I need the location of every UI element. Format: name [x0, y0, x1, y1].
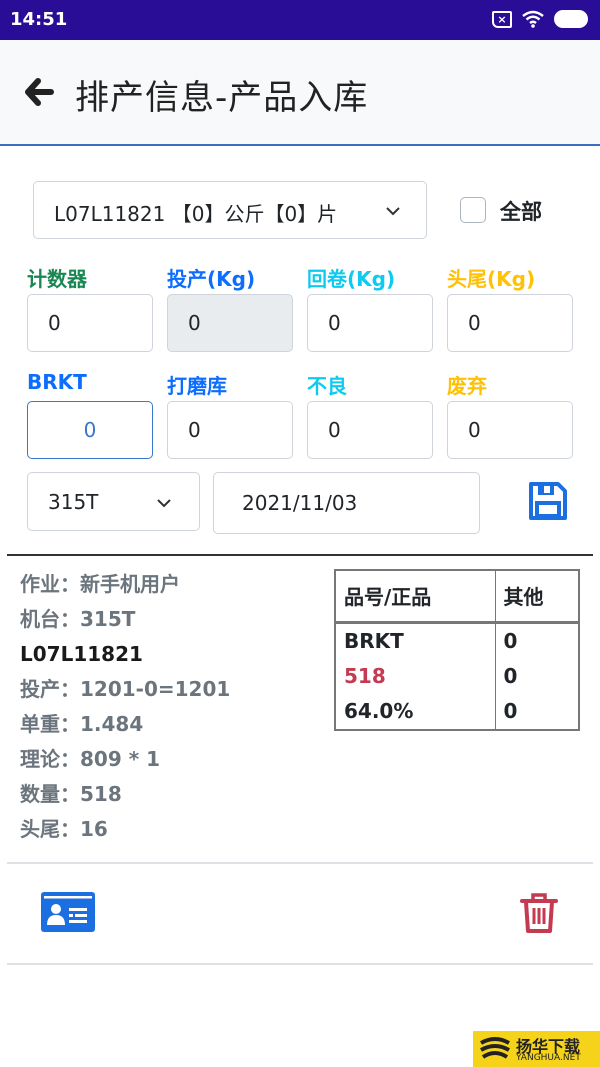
scrap-input[interactable]: 0: [447, 401, 573, 459]
info-list: 作业：新手机用户 机台：315T L07L11821 投产：1201-0=120…: [20, 570, 230, 850]
good-count: 518: [344, 663, 386, 688]
sim-off-icon: ×: [492, 10, 512, 28]
header-part-good: 品号/正品: [335, 570, 496, 624]
summary-table: 品号/正品 其他 BRKT 518 64.0% 0 0 0: [334, 569, 580, 731]
head-tail-label: 头尾(Kg): [447, 267, 536, 291]
wifi-icon: [522, 10, 544, 28]
floppy-disk-icon[interactable]: [527, 480, 569, 522]
head-tail-input[interactable]: 0: [447, 294, 573, 352]
info-lot: L07L11821: [20, 642, 143, 666]
part-number: BRKT: [344, 628, 404, 653]
info-unit-weight: 单重：1.484: [20, 712, 144, 736]
other-value-2: 0: [503, 663, 518, 688]
date-value: 2021/11/03: [242, 491, 358, 515]
trash-icon[interactable]: [520, 892, 558, 934]
swirl-logo-icon: [480, 1037, 510, 1059]
watermark-url: YANGHUA.NET: [516, 1053, 581, 1063]
status-time: 14:51: [10, 9, 68, 30]
machine-select-value: 315T: [48, 490, 99, 514]
page-title: 排产信息-产品入库: [75, 78, 369, 118]
header-other: 其他: [495, 570, 579, 624]
info-theory: 理论：809 * 1: [20, 747, 161, 771]
all-checkbox[interactable]: [460, 197, 486, 223]
other-cell: 0 0 0: [495, 622, 579, 730]
date-input[interactable]: 2021/11/03: [213, 472, 480, 534]
production-input: 0: [167, 294, 293, 352]
app-bar: 排产信息-产品入库: [0, 40, 600, 146]
info-operator: 作业：新手机用户: [20, 572, 180, 596]
other-value-1: 0: [503, 628, 518, 653]
info-quantity: 数量：518: [20, 782, 122, 806]
id-card-icon[interactable]: [41, 892, 95, 932]
polish-store-label: 打磨库: [167, 374, 227, 398]
rewind-input[interactable]: 0: [307, 294, 433, 352]
watermark-logo: 扬华下载 YANGHUA.NET: [473, 1031, 600, 1067]
arrow-left-icon[interactable]: [22, 75, 56, 109]
counter-input[interactable]: 0: [27, 294, 153, 352]
chevron-down-icon: [157, 499, 171, 508]
table-header-row: 品号/正品 其他: [335, 570, 579, 624]
part-good-cell: BRKT 518 64.0%: [335, 622, 496, 730]
scrap-label: 废弃: [447, 374, 487, 398]
section-divider: [7, 554, 593, 556]
status-icons: × 75: [492, 10, 588, 28]
lot-select[interactable]: L07L11821 【0】公斤【0】片: [33, 181, 427, 239]
defect-label: 不良: [307, 374, 347, 398]
battery-icon: 75: [554, 10, 588, 28]
good-rate: 64.0%: [344, 698, 414, 723]
info-head-tail: 头尾：16: [20, 817, 108, 841]
info-machine: 机台：315T: [20, 607, 136, 631]
counter-label: 计数器: [27, 267, 87, 291]
chevron-down-icon: [386, 207, 400, 216]
status-bar: 14:51 × 75: [0, 0, 600, 40]
defect-input[interactable]: 0: [307, 401, 433, 459]
polish-store-input[interactable]: 0: [167, 401, 293, 459]
brkt-label: BRKT: [27, 370, 87, 394]
rewind-label: 回卷(Kg): [307, 267, 396, 291]
all-checkbox-label[interactable]: 全部: [500, 196, 542, 226]
info-production: 投产：1201-0=1201: [20, 677, 231, 701]
divider: [7, 862, 593, 864]
divider: [7, 963, 593, 965]
table-row: BRKT 518 64.0% 0 0 0: [335, 622, 579, 730]
brkt-input[interactable]: 0: [27, 401, 153, 459]
lot-select-value: L07L11821 【0】公斤【0】片: [54, 202, 338, 226]
machine-select[interactable]: 315T: [27, 472, 200, 531]
production-label: 投产(Kg): [167, 267, 256, 291]
other-value-3: 0: [503, 698, 518, 723]
